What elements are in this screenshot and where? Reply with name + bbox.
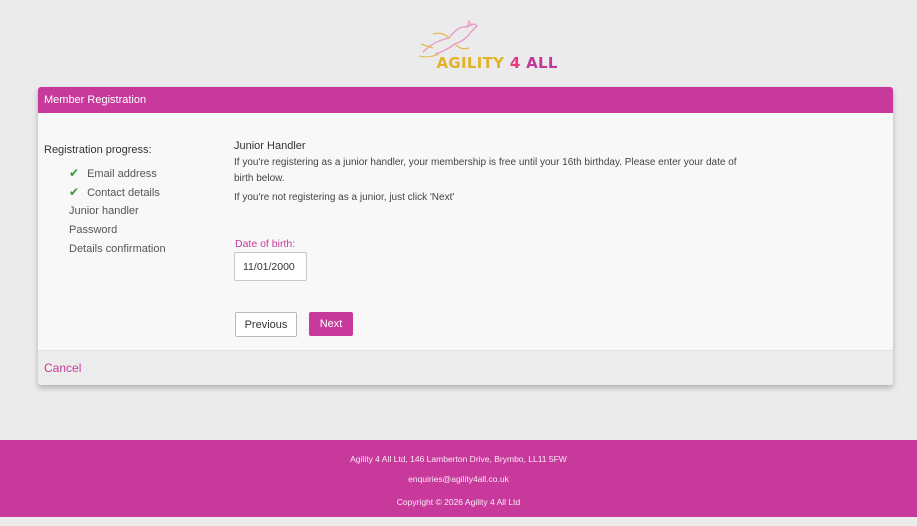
check-icon: ✔ [69, 185, 80, 199]
step-junior: Junior handler [69, 205, 139, 217]
non-junior-text: If you're not registering as a junior, j… [234, 192, 455, 203]
next-button[interactable]: Next [309, 312, 353, 336]
progress-title: Registration progress: [44, 144, 152, 156]
dob-label: Date of birth: [235, 238, 296, 250]
check-icon: ✔ [69, 166, 80, 180]
previous-button[interactable]: Previous [235, 312, 297, 337]
step-label: Junior handler [69, 205, 139, 217]
step-password: Password [69, 224, 117, 236]
step-contact: ✔ Contact details [69, 185, 160, 199]
dob-input[interactable] [234, 252, 307, 281]
cancel-link[interactable]: Cancel [44, 361, 81, 375]
step-label: Details confirmation [69, 243, 166, 255]
footer-address: Agility 4 All Ltd, 146 Lamberton Drive, … [350, 454, 567, 464]
footer-email[interactable]: enquiries@agility4all.co.uk [0, 474, 917, 484]
header: AGILITY 4 ALL [0, 18, 917, 78]
site-footer: Agility 4 All Ltd, 146 Lamberton Drive, … [0, 440, 917, 517]
step-label: Email address [87, 168, 157, 180]
footer-copyright: Copyright © 2026 Agility 4 All Ltd [396, 497, 521, 507]
step-label: Contact details [87, 187, 160, 199]
logo-word-4: 4 [509, 54, 521, 72]
registration-card: Member Registration Registration progres… [38, 87, 893, 385]
logo-word-agility: AGILITY [436, 54, 510, 72]
section-title: Junior Handler [234, 140, 306, 152]
card-body: Registration progress: ✔ Email address ✔ C… [38, 113, 893, 351]
card-header: Member Registration [38, 87, 893, 113]
card-footer: Cancel [38, 350, 893, 385]
step-label: Password [69, 224, 118, 236]
logo-wordmark: AGILITY 4 ALL [437, 54, 558, 72]
logo-word-all: ALL [520, 54, 558, 72]
site-logo[interactable]: AGILITY 4 ALL [409, 18, 557, 76]
step-email: ✔ Email address [69, 166, 157, 180]
step-confirmation: Details confirmation [69, 243, 166, 255]
junior-info-text: If you're registering as a junior handle… [234, 157, 737, 184]
